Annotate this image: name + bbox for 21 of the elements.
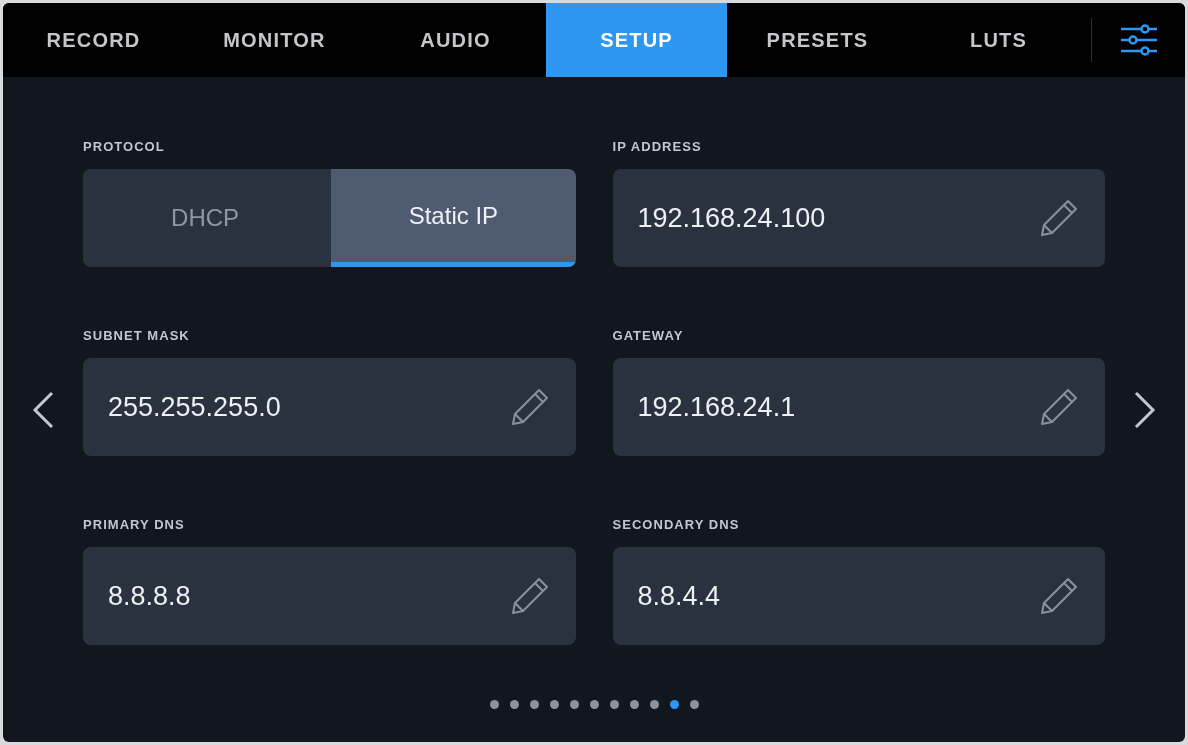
- toggle-option[interactable]: Static IP: [331, 169, 576, 267]
- input-field[interactable]: 8.8.8.8: [83, 547, 576, 645]
- pencil-icon: [1038, 197, 1080, 239]
- field-label: SUBNET MASK: [83, 327, 191, 345]
- field-label: GATEWAY: [612, 327, 685, 345]
- settings-icon[interactable]: [1120, 24, 1158, 56]
- pencil-icon: [1038, 575, 1080, 617]
- field-label: PRIMARY DNS: [83, 516, 186, 534]
- field-label: SECONDARY DNS: [612, 516, 741, 534]
- input-field[interactable]: 8.8.4.4: [612, 547, 1105, 645]
- input-field[interactable]: 192.168.24.100: [612, 169, 1105, 267]
- field-label: PROTOCOL: [83, 138, 166, 156]
- tab[interactable]: AUDIO: [365, 3, 546, 77]
- pencil-icon: [1038, 386, 1080, 428]
- input-field[interactable]: 255.255.255.0: [83, 358, 576, 456]
- tab[interactable]: MONITOR: [184, 3, 365, 77]
- input-field[interactable]: 192.168.24.1: [612, 358, 1105, 456]
- tab[interactable]: RECORD: [3, 3, 184, 77]
- tab[interactable]: LUTS: [908, 3, 1089, 77]
- field-label: IP ADDRESS: [612, 138, 703, 156]
- tab[interactable]: PRESETS: [727, 3, 908, 77]
